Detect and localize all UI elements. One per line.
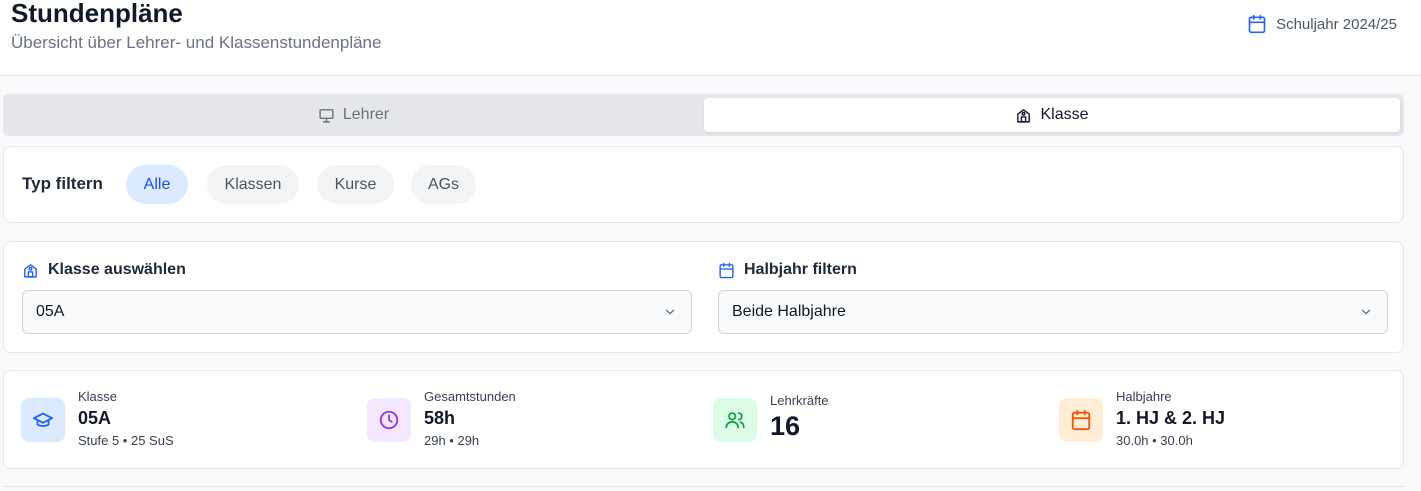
tab-lehrer-label: Lehrer (342, 106, 390, 123)
next-card-edge (3, 486, 1404, 491)
stat-value: 1. HJ & 2. HJ (1116, 408, 1226, 428)
tab-lehrer[interactable]: Lehrer (7, 98, 700, 132)
type-filter-card: Typ filtern Alle Klassen Kurse AGs (3, 146, 1404, 223)
chevron-down-icon (1361, 309, 1371, 315)
stat-lehrkraefte-icon-box (713, 398, 757, 442)
page-title: Stundenpläne (11, 0, 183, 28)
halbjahr-select[interactable]: Beide Halbjahre (718, 290, 1388, 334)
tab-klasse[interactable]: Klasse (704, 98, 1400, 132)
filter-pill-ags[interactable]: AGs (411, 165, 476, 204)
stat-klasse: Klasse 05A Stufe 5 • 25 SuS (21, 371, 361, 470)
stat-klasse-icon-box (21, 398, 65, 442)
calendar-icon (1248, 14, 1266, 34)
stat-value: 58h (424, 408, 456, 428)
filter-label: Typ filtern (22, 174, 103, 193)
graduation-cap-icon (32, 412, 54, 427)
stat-label: Gesamtstunden (424, 389, 516, 404)
chevron-down-icon (665, 309, 675, 315)
stat-label: Lehrkräfte (770, 393, 829, 408)
klasse-select-label-text: Klasse auswählen (48, 261, 186, 278)
filter-pill-klassen[interactable]: Klassen (207, 165, 299, 204)
page-header: Stundenpläne Übersicht über Lehrer- und … (0, 0, 1421, 76)
presentation-icon (319, 108, 334, 123)
calendar-icon (719, 262, 734, 278)
school-icon (1017, 108, 1031, 123)
selection-card: Klasse auswählen 05A Halbjahr filtern Be… (3, 241, 1404, 353)
stat-value: 05A (78, 408, 112, 428)
halbjahr-select-label-text: Halbjahr filtern (744, 261, 857, 278)
stat-value: 16 (770, 411, 801, 441)
stat-lehrkraefte: Lehrkräfte 16 (713, 371, 1053, 470)
stats-card: Klasse 05A Stufe 5 • 25 SuS Gesamtstunde… (3, 370, 1404, 469)
stat-label: Halbjahre (1116, 389, 1172, 404)
klasse-select[interactable]: 05A (22, 290, 692, 334)
klasse-select-value: 05A (36, 303, 65, 320)
school-year-label: Schuljahr 2024/25 (1276, 15, 1397, 33)
stat-halbjahre-icon-box (1059, 398, 1103, 442)
clock-icon (379, 410, 399, 430)
page-subtitle: Übersicht über Lehrer- und Klassenstunde… (11, 33, 382, 52)
halbjahr-select-value: Beide Halbjahre (732, 303, 846, 320)
view-tabs: Lehrer Klasse (3, 94, 1404, 136)
stat-halbjahre: Halbjahre 1. HJ & 2. HJ 30.0h • 30.0h (1059, 371, 1399, 470)
halbjahr-select-label: Halbjahr filtern (718, 261, 857, 279)
stat-label: Klasse (78, 389, 118, 404)
school-icon (24, 263, 37, 278)
calendar-icon (1071, 409, 1091, 431)
filter-pill-alle[interactable]: Alle (126, 165, 188, 204)
stat-sub: Stufe 5 • 25 SuS (78, 433, 174, 448)
stat-gesamtstunden: Gesamtstunden 58h 29h • 29h (367, 371, 707, 470)
klasse-select-label: Klasse auswählen (22, 261, 186, 279)
users-icon (725, 412, 745, 429)
tab-klasse-label: Klasse (1040, 106, 1089, 123)
stat-sub: 29h • 29h (424, 433, 480, 448)
school-year: Schuljahr 2024/25 (1247, 14, 1397, 34)
filter-pill-kurse[interactable]: Kurse (317, 165, 394, 204)
stat-gesamtstunden-icon-box (367, 398, 411, 442)
stat-sub: 30.0h • 30.0h (1116, 433, 1193, 448)
